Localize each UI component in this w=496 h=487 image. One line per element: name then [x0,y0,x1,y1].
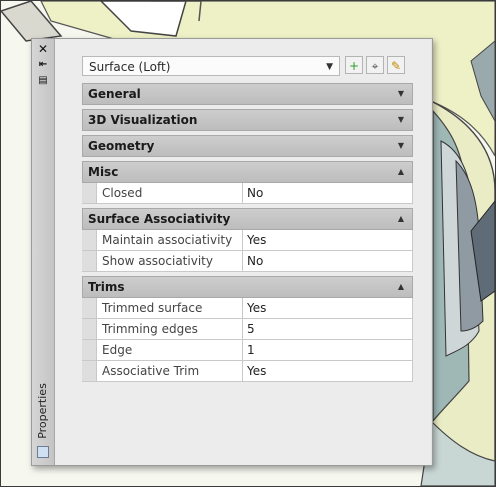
property-row[interactable]: Associative Trim Yes [82,361,413,382]
select-objects-icon[interactable]: ⌖ [366,56,384,74]
palette-content: Surface (Loft) ▼ + ⌖ ✎ General ▼ 3D Visual… [55,39,431,465]
property-row[interactable]: Maintain associativity Yes [82,230,413,251]
property-row[interactable]: Show associativity No [82,251,413,272]
property-row[interactable]: Edge 1 [82,340,413,361]
property-value[interactable]: 5 [243,319,412,339]
expand-chevron-icon[interactable]: ▼ [398,110,404,130]
category-header[interactable]: Trims ▲ [82,276,413,298]
property-value[interactable]: No [243,251,412,271]
property-value[interactable]: Yes [243,298,412,318]
row-indent [82,183,97,203]
palette-settings-icon[interactable] [37,446,49,458]
property-value[interactable]: No [243,183,412,203]
category-header[interactable]: Misc ▲ [82,161,413,183]
row-indent [82,361,97,381]
close-icon[interactable]: ✕ [36,43,50,55]
autohide-icon[interactable]: ⇤ [36,59,50,71]
property-grid: General ▼ 3D Visualization ▼ Geometry ▼ Misc ▲ C… [82,83,413,382]
category-header[interactable]: 3D Visualization ▼ [82,109,413,131]
category-header[interactable]: Geometry ▼ [82,135,413,157]
property-value[interactable]: Yes [243,230,412,250]
property-name: Maintain associativity [97,230,243,250]
row-indent [82,230,97,250]
property-name: Trimming edges [97,319,243,339]
property-row[interactable]: Trimmed surface Yes [82,298,413,319]
category-header[interactable]: General ▼ [82,83,413,105]
category-title: General [88,87,141,101]
row-indent [82,340,97,360]
collapse-chevron-icon[interactable]: ▲ [398,209,404,229]
category-title: 3D Visualization [88,113,198,127]
property-name: Closed [97,183,243,203]
viewport[interactable]: ✕ ⇤ ▤ Properties Surface (Loft) ▼ + ⌖ ✎ … [0,0,496,487]
property-row[interactable]: Closed No [82,183,413,204]
palette-title: Properties [36,383,49,439]
property-name: Show associativity [97,251,243,271]
object-type-dropdown[interactable]: Surface (Loft) ▼ [82,56,340,76]
property-name: Trimmed surface [97,298,243,318]
property-value[interactable]: Yes [243,361,412,381]
object-type-value: Surface (Loft) [89,60,171,74]
expand-chevron-icon[interactable]: ▼ [398,84,404,104]
property-name: Associative Trim [97,361,243,381]
property-row[interactable]: Trimming edges 5 [82,319,413,340]
row-indent [82,298,97,318]
category-title: Misc [88,165,119,179]
collapse-chevron-icon[interactable]: ▲ [398,277,404,297]
palette-titlebar[interactable]: ✕ ⇤ ▤ Properties [32,39,55,465]
chevron-down-icon[interactable]: ▼ [326,57,333,77]
expand-chevron-icon[interactable]: ▼ [398,136,404,156]
pickadd-toggle-icon[interactable]: + [345,56,363,74]
category-title: Geometry [88,139,155,153]
properties-palette[interactable]: ✕ ⇤ ▤ Properties Surface (Loft) ▼ + ⌖ ✎ … [31,38,433,466]
row-indent [82,251,97,271]
category-title: Surface Associativity [88,212,231,226]
property-value[interactable]: 1 [243,340,412,360]
property-name: Edge [97,340,243,360]
category-title: Trims [88,280,125,294]
row-indent [82,319,97,339]
quick-select-icon[interactable]: ✎ [387,56,405,74]
properties-menu-icon[interactable]: ▤ [36,75,50,87]
category-header[interactable]: Surface Associativity ▲ [82,208,413,230]
collapse-chevron-icon[interactable]: ▲ [398,162,404,182]
